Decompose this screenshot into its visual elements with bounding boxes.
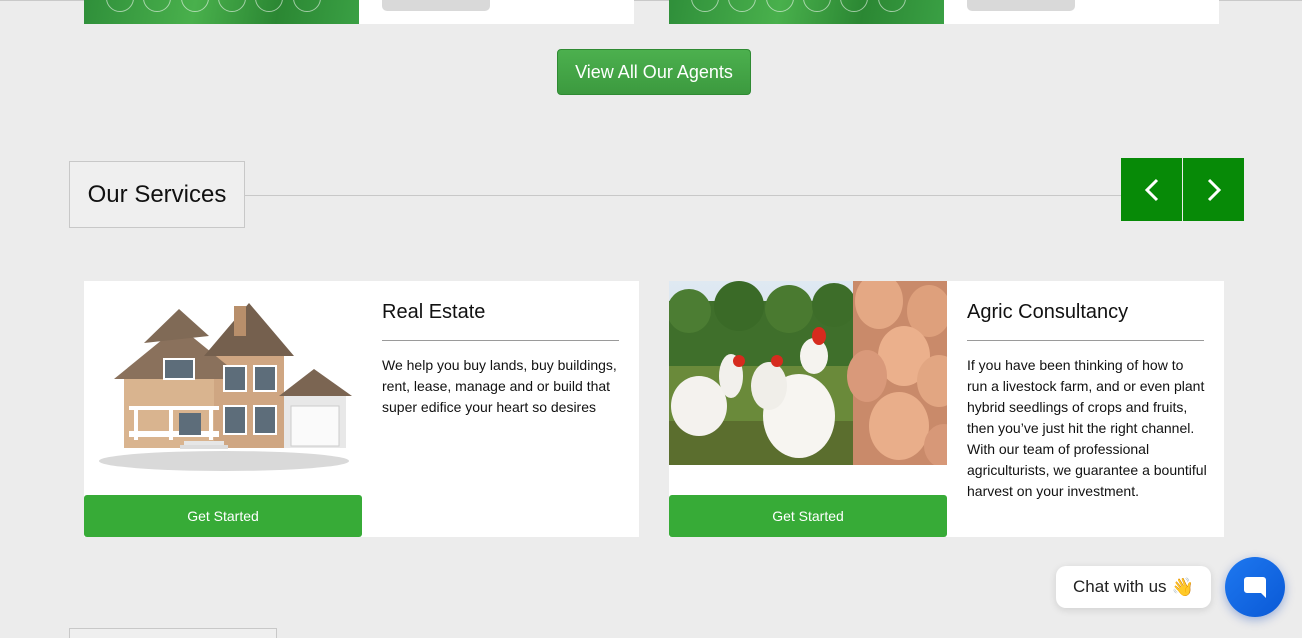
service-title-divider — [967, 340, 1204, 341]
section-divider — [245, 195, 1122, 196]
section-heading: Our Services — [69, 161, 245, 228]
google-plus-icon[interactable] — [691, 0, 719, 12]
carousel-prev-button[interactable] — [1121, 158, 1182, 221]
section-heading-text: Our Services — [87, 180, 227, 208]
chickens-and-eggs-image — [669, 281, 947, 465]
agent-card — [669, 0, 1219, 24]
agent-profile-button[interactable] — [382, 0, 490, 11]
agent-profile-button[interactable] — [967, 0, 1075, 11]
service-card-real-estate: Real Estate We help you buy lands, buy b… — [84, 281, 639, 537]
twitter-icon[interactable] — [728, 0, 756, 12]
next-section-heading — [69, 628, 277, 638]
service-card-agric-consultancy: Agric Consultancy If you have been think… — [669, 281, 1224, 537]
house-image — [84, 281, 362, 489]
twitter-icon[interactable] — [143, 0, 171, 12]
agent-photo — [84, 0, 359, 24]
linkedin-icon[interactable] — [255, 0, 283, 12]
facebook-icon[interactable] — [293, 0, 321, 12]
chat-label: Chat with us — [1073, 577, 1167, 596]
view-all-agents-button[interactable]: View All Our Agents — [557, 49, 751, 95]
agent-card — [84, 0, 634, 24]
linkedin-icon[interactable] — [840, 0, 868, 12]
chevron-left-icon — [1144, 178, 1158, 201]
chevron-right-icon — [1207, 178, 1221, 201]
skype-icon[interactable] — [803, 0, 831, 12]
pinterest-icon[interactable] — [181, 0, 209, 12]
service-title: Real Estate — [382, 301, 486, 323]
pinterest-icon[interactable] — [766, 0, 794, 12]
waving-hand-icon: 👋 — [1171, 576, 1194, 597]
chat-with-us-bubble[interactable]: Chat with us 👋 — [1056, 566, 1211, 608]
service-title-divider — [382, 340, 619, 341]
chat-bubble-icon — [1244, 577, 1266, 598]
service-title: Agric Consultancy — [967, 301, 1129, 323]
skype-icon[interactable] — [218, 0, 246, 12]
service-description: If you have been thinking of how to run … — [967, 357, 1207, 499]
facebook-icon[interactable] — [878, 0, 906, 12]
carousel-next-button[interactable] — [1183, 158, 1244, 221]
agent-photo — [669, 0, 944, 24]
get-started-button[interactable]: Get Started — [84, 495, 362, 537]
google-plus-icon[interactable] — [106, 0, 134, 12]
service-description: We help you buy lands, buy buildings, re… — [382, 357, 617, 415]
get-started-button[interactable]: Get Started — [669, 495, 947, 537]
chat-launcher-button[interactable] — [1225, 557, 1285, 617]
